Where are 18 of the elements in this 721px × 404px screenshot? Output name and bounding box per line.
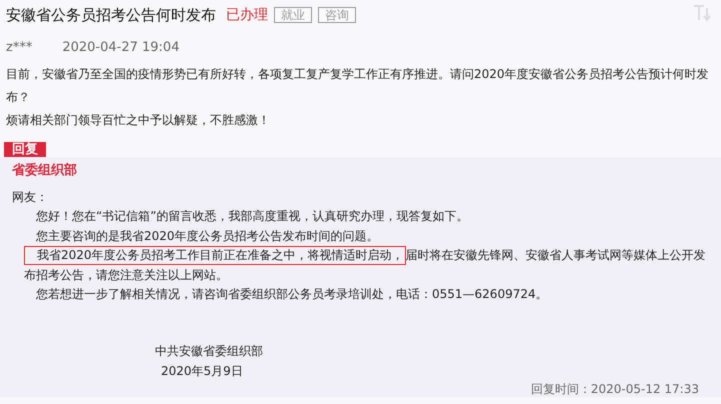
question-paragraph: 目前，安徽省乃至全国的疫情形势已有所好转，各项复工复产复学工作正有序推进。请问2020年度安徽省公务员招考公告预计何时发布？: [6, 66, 710, 106]
reply-paragraph: 我省2020年度公务员招考工作目前正在准备之中，将视情适时启动， 届时将在安徽先锋网、安徽省人事考试网等媒体上公开发布招考公告，请您注意关注以上网站。: [24, 246, 707, 284]
reply-paragraph: 您若想进一步了解相关情况，请咨询省委组织部公务员考录培训处，电话：0551—62609724。: [35, 286, 549, 303]
reply-label: 回复: [4, 142, 46, 157]
greeting-text: 网友：: [12, 188, 49, 206]
post-time: 2020-04-27 19:04: [62, 40, 180, 55]
department-name: 省委组织部: [12, 162, 78, 180]
question-paragraph: 烦请相关部门领导百忙之中予以解疑，不胜感激！: [6, 112, 271, 129]
author-name: z***: [6, 40, 32, 55]
category-tag: 就业: [274, 7, 312, 23]
signature-date: 2020年5月9日: [161, 362, 244, 380]
reply-paragraph: 您好！您在“书记信箱”的留言收悉，我部高度重视，认真研究办理，现答复如下。: [35, 208, 470, 225]
reply-time: 回复时间：2020-05-12 17:33: [530, 380, 699, 397]
signature-text: 中共安徽省委组织部: [155, 342, 264, 360]
category-tag: 咨询: [318, 7, 356, 23]
status-label: 已办理: [226, 6, 268, 24]
question-title: 安徽省公务员招考公告何时发布: [6, 6, 216, 24]
reply-paragraph: 您主要咨询的是我省2020年度公务员招考公告发布时间的问题。: [35, 228, 380, 244]
